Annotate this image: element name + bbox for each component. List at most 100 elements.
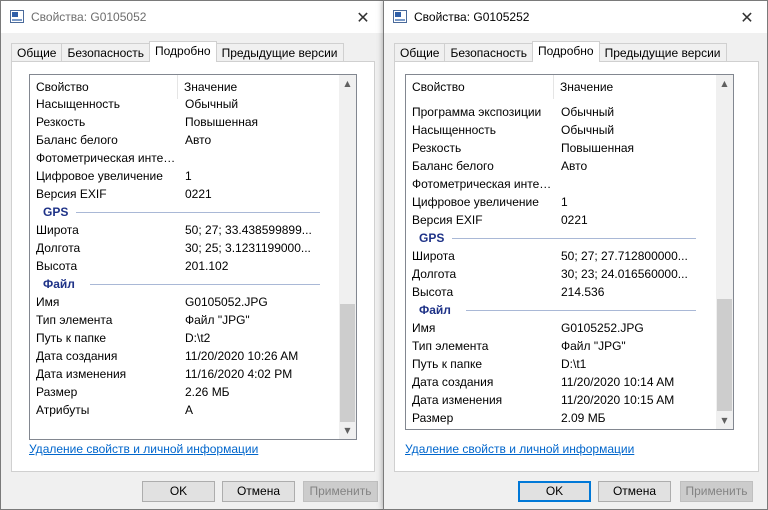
property-row[interactable]: Путь к папке D:\t1 [406,355,716,373]
property-row[interactable]: Дата изменения 11/16/2020 4:02 PM [30,365,339,383]
property-row[interactable]: Имя G0105052.JPG [30,293,339,311]
property-row[interactable]: Программа экспозиции Обычный [406,103,716,121]
tab-general[interactable]: Общие [11,43,63,61]
property-row[interactable]: Резкость Повышенная [30,113,339,131]
property-name: Резкость [412,141,462,155]
property-value: 11/16/2020 4:02 PM [185,367,293,381]
property-row[interactable]: Высота 214.536 [406,283,716,301]
close-button[interactable]: ✕ [343,1,383,33]
property-value: 30; 25; 3.1231199000... [185,241,311,255]
property-name: Высота [412,285,454,299]
property-value: Повышенная [561,141,635,155]
property-row[interactable]: Цифровое увеличение 1 [30,167,339,185]
tab-details[interactable]: Подробно [149,41,217,62]
property-row[interactable]: Высота 201.102 [30,257,339,275]
scroll-up-arrow-icon[interactable]: ▲ [716,75,733,92]
property-value: 1 [561,195,568,209]
ok-button[interactable]: OK [518,481,591,502]
remove-properties-link[interactable]: Удаление свойств и личной информации [29,442,258,456]
property-name: Фотометрическая интер... [36,151,176,165]
apply-button[interactable]: Применить [680,481,753,502]
property-row[interactable]: Тип элемента Файл "JPG" [30,311,339,329]
property-row[interactable]: Имя G0105252.JPG [406,319,716,337]
property-row[interactable]: Дата создания 11/20/2020 10:14 AM [406,373,716,391]
tab-details[interactable]: Подробно [532,41,600,62]
property-name: Версия EXIF [36,187,107,201]
tab-security[interactable]: Безопасность [61,43,151,61]
group-divider [466,310,696,311]
property-row[interactable]: Путь к папке D:\t2 [30,329,339,347]
property-row[interactable]: Атрибуты А [30,401,339,419]
property-row[interactable]: Размер 2.09 МБ [406,409,716,427]
column-header-property[interactable]: Свойство [406,75,554,99]
column-header-property[interactable]: Свойство [30,75,178,99]
property-row[interactable]: Дата изменения 11/20/2020 10:15 AM [406,391,716,409]
property-row[interactable]: Версия EXIF 0221 [406,211,716,229]
property-value: Обычный [561,105,615,119]
column-header-value[interactable]: Значение [554,75,717,99]
tab-previous-versions[interactable]: Предыдущие версии [598,43,727,61]
property-value: Обычный [185,99,239,111]
scroll-up-arrow-icon[interactable]: ▲ [339,75,356,92]
property-list[interactable]: Свойство Значение Источник светаНеизвест… [405,74,734,430]
property-value: Повышенная [185,115,259,129]
close-icon: ✕ [356,7,370,27]
property-row[interactable]: Широта 50; 27; 33.438599899... [30,221,339,239]
property-name: Резкость [36,115,86,129]
tab-general[interactable]: Общие [394,43,446,61]
remove-properties-link[interactable]: Удаление свойств и личной информации [405,442,634,456]
title-bar[interactable]: Свойства: G0105252 ✕ [384,1,767,33]
cancel-button[interactable]: Отмена [598,481,671,502]
property-row[interactable]: Долгота 30; 23; 24.016560000... [406,265,716,283]
vertical-scrollbar[interactable]: ▲ ▼ [339,75,356,439]
scroll-down-arrow-icon[interactable]: ▼ [716,412,733,429]
property-row[interactable]: Фотометрическая интер... [406,175,716,193]
property-name: Имя [412,321,436,335]
group-divider [90,284,320,285]
column-header-value[interactable]: Значение [178,75,340,99]
apply-button[interactable]: Применить [303,481,378,502]
property-list[interactable]: Свойство Значение Насыщенность Обычный Рез… [29,74,357,440]
property-value: 30; 23; 24.016560000... [561,267,688,281]
group-divider [76,212,320,213]
property-row[interactable]: Баланс белого Авто [406,157,716,175]
property-row[interactable]: Насыщенность Обычный [406,121,716,139]
property-row[interactable]: Цифровое увеличение 1 [406,193,716,211]
scroll-down-arrow-icon[interactable]: ▼ [339,422,356,439]
title-bar[interactable]: Свойства: G0105052 ✕ [1,1,383,33]
property-row[interactable]: Баланс белого Авто [30,131,339,149]
property-value: 11/20/2020 10:14 AM [561,375,675,389]
cancel-button[interactable]: Отмена [222,481,295,502]
property-rows: Источник светаНеизвестноПрограмма экспоз… [406,99,716,429]
property-row[interactable]: Насыщенность Обычный [30,99,339,113]
tab-previous-versions[interactable]: Предыдущие версии [215,43,344,61]
property-name: Имя [36,295,60,309]
property-row[interactable]: Резкость Повышенная [406,139,716,157]
list-header: Свойство Значение [406,75,733,99]
property-row[interactable]: Фотометрическая интер... [30,149,339,167]
tab-security[interactable]: Безопасность [444,43,534,61]
property-row[interactable]: Тип элемента Файл "JPG" [406,337,716,355]
close-button[interactable]: ✕ [727,1,767,33]
vertical-scrollbar[interactable]: ▲ ▼ [716,75,733,429]
list-header: Свойство Значение [30,75,356,99]
group-label: Файл [43,277,75,291]
property-row[interactable]: Долгота 30; 25; 3.1231199000... [30,239,339,257]
property-row[interactable]: Широта 50; 27; 27.712800000... [406,247,716,265]
property-name: Дата создания [412,375,494,389]
scrollbar-thumb[interactable] [717,299,732,411]
property-value: Файл "JPG" [561,339,626,353]
property-name: Насыщенность [36,99,121,111]
scrollbar-thumb[interactable] [340,304,355,422]
property-value: 50; 27; 27.712800000... [561,249,688,263]
property-value: 201.102 [185,259,229,273]
properties-window-icon [10,10,24,23]
property-row[interactable]: Версия EXIF 0221 [30,185,339,203]
property-name: Насыщенность [412,123,497,137]
property-row[interactable]: Дата создания 11/20/2020 10:26 AM [30,347,339,365]
group-label: GPS [43,205,69,219]
tab-strip: Общие Безопасность Подробно Предыдущие в… [11,41,344,62]
group-divider [452,238,696,239]
property-row[interactable]: Размер 2.26 МБ [30,383,339,401]
ok-button[interactable]: OK [142,481,215,502]
